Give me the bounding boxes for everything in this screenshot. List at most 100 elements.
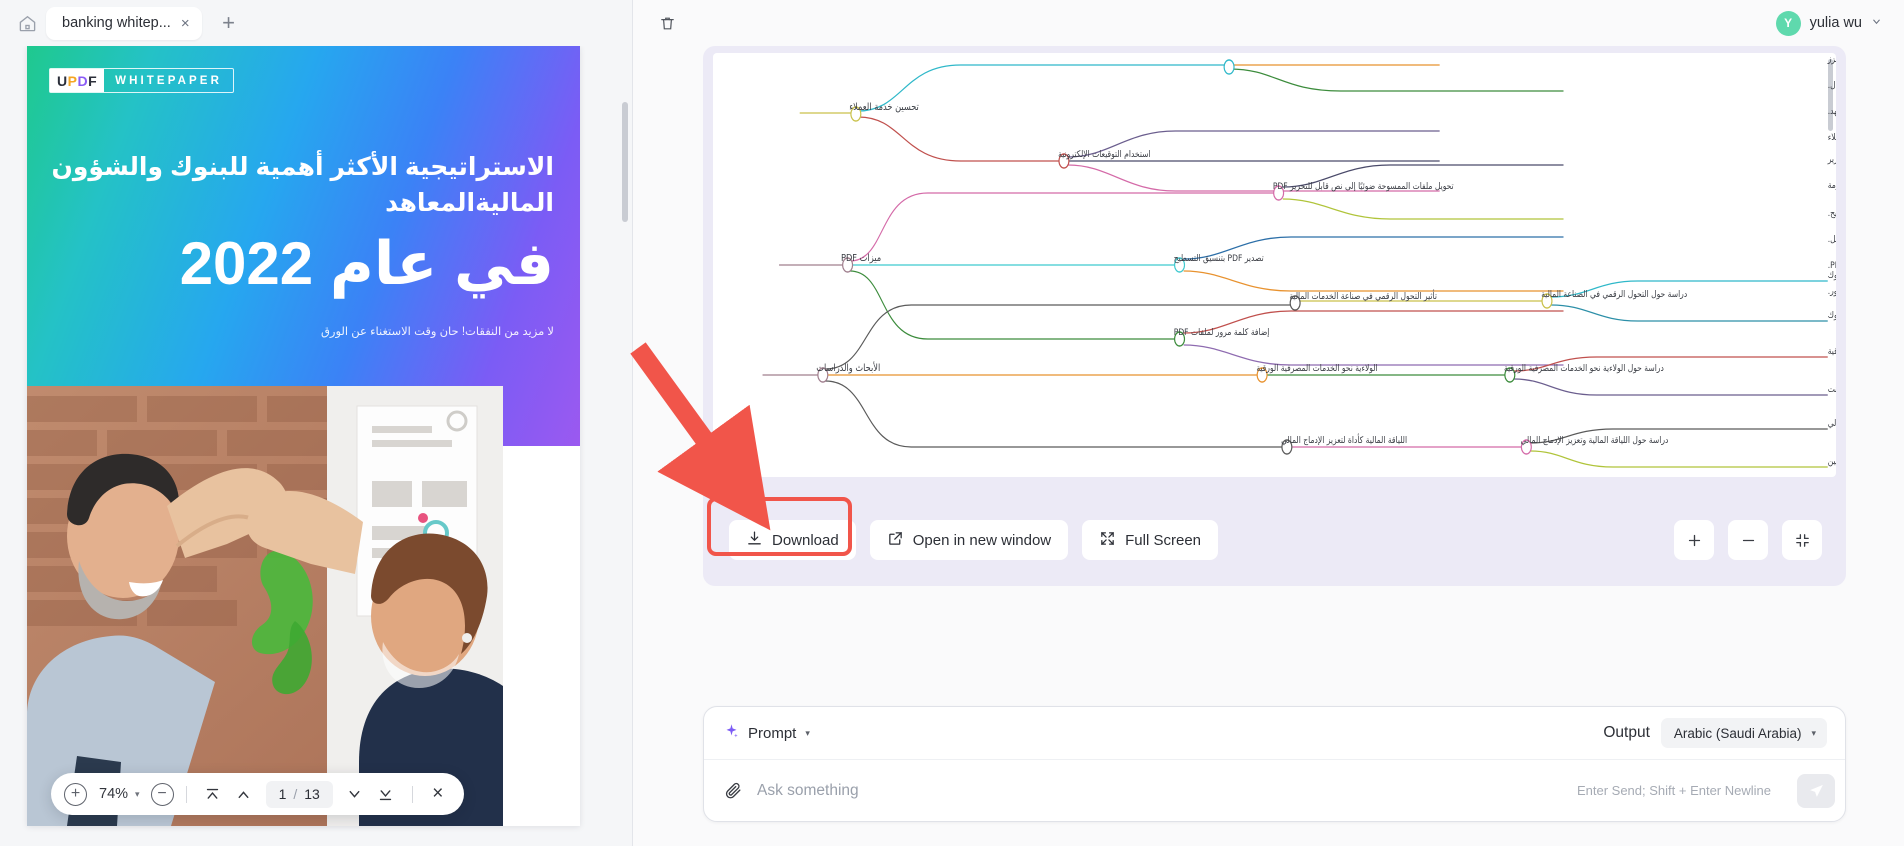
mindmap-zoom-out-button[interactable] bbox=[1728, 520, 1768, 560]
updf-logo: UPDF bbox=[50, 69, 105, 92]
chevron-down-icon[interactable]: ▾ bbox=[805, 728, 810, 739]
trash-icon[interactable] bbox=[653, 9, 681, 37]
mindmap-node: دراسة حول اللياقة المالية وتعزيز الإدماج… bbox=[1521, 434, 1669, 446]
user-name: yulia wu bbox=[1809, 15, 1862, 31]
zoom-out-button[interactable]: − bbox=[150, 782, 174, 806]
home-icon[interactable] bbox=[14, 10, 40, 36]
avatar: Y bbox=[1775, 10, 1801, 36]
updf-brand-badge: UPDF WHITEPAPER bbox=[49, 68, 234, 93]
mindmap-action-bar: Download Open in new window Full Screen bbox=[703, 494, 1846, 586]
composer-input-row: Enter Send; Shift + Enter Newline bbox=[704, 759, 1845, 821]
mindmap-node: اللياقة المالية كأداة لتعزيز الإدماج الم… bbox=[1281, 433, 1407, 446]
whitepaper-label: WHITEPAPER bbox=[115, 74, 222, 87]
output-language-value: Arabic (Saudi Arabia) bbox=[1673, 725, 1802, 741]
mindmap-node: دراسة حول التحول الرقمي في الصناعة المال… bbox=[1541, 288, 1687, 299]
prompt-selector[interactable]: Prompt ▾ bbox=[724, 723, 810, 743]
close-icon[interactable]: × bbox=[181, 16, 190, 31]
download-button[interactable]: Download bbox=[729, 520, 856, 560]
send-hint: Enter Send; Shift + Enter Newline bbox=[1576, 783, 1771, 798]
prev-page-icon[interactable] bbox=[230, 780, 258, 808]
close-viewer-icon[interactable]: × bbox=[425, 781, 451, 807]
prompt-label: Prompt bbox=[748, 724, 797, 742]
total-pages: 13 bbox=[304, 786, 320, 802]
divider bbox=[411, 785, 413, 803]
document-tabbar: banking whitep... × + bbox=[0, 0, 632, 46]
mindmap-zoom-in-button[interactable] bbox=[1674, 520, 1714, 560]
mindmap-node: تحسين خدمة العملاء bbox=[849, 101, 919, 113]
output-label: Output bbox=[1603, 724, 1650, 741]
output-language-area: Output Arabic (Saudi Arabia) ▾ bbox=[1603, 718, 1827, 748]
new-tab-button[interactable]: + bbox=[214, 8, 244, 38]
composer-wrapper: Prompt ▾ Output Arabic (Saudi Arabia) ▾ bbox=[633, 706, 1904, 846]
divider bbox=[185, 785, 187, 803]
pdf-toolbar: + 74% ▾ − 1 / 13 × bbox=[51, 773, 464, 815]
mindmap-leaf: يدعم البرنامج تحويل ملفات PDF إلى نص قاب… bbox=[1827, 153, 1836, 165]
ai-assistant-pane: Y yulia wu تحسين خدمة العملاء ميزات PDF … bbox=[633, 0, 1904, 846]
mindmap-node: ميزات PDF bbox=[841, 252, 881, 264]
pdf-page: UPDF WHITEPAPER الاستراتيجية الأكثر أهمي… bbox=[27, 46, 580, 826]
current-page: 1 bbox=[278, 786, 287, 802]
document-tab-label: banking whitep... bbox=[62, 15, 171, 31]
mindmap-fit-screen-button[interactable] bbox=[1782, 520, 1822, 560]
pdf-scrollbar[interactable] bbox=[622, 102, 628, 222]
paperclip-icon[interactable] bbox=[724, 781, 743, 800]
pdf-viewer-pane: banking whitep... × + UPDF WHITEPAPER ال… bbox=[0, 0, 633, 846]
mindmap-leaf: الدراسة تقدم معدل قبول خدمات الكترونية ف… bbox=[1828, 269, 1836, 280]
next-page-icon[interactable] bbox=[341, 780, 369, 808]
mindmap-node: إضافة كلمة مرور لملفات PDF bbox=[1174, 326, 1270, 338]
mindmap-node: الولاءية نحو الخدمات المصرفية الورقية bbox=[1256, 362, 1377, 373]
mindmap-node: دراسة حول الولاءية نحو الخدمات المصرفية … bbox=[1504, 362, 1664, 373]
mindmap-leaf: تسليط الضوء على دور اللياقة المالية في ت… bbox=[1828, 417, 1836, 429]
full-screen-button[interactable]: Full Screen bbox=[1082, 520, 1219, 560]
page-separator: / bbox=[293, 786, 298, 802]
mindmap-node: تصدير PDF بتنسيق التسطيح bbox=[1174, 252, 1265, 263]
mindmap-leaf: الدراسة تركز على ولاية العملاء تجاه الخد… bbox=[1828, 345, 1836, 356]
zoom-level-value: 74% bbox=[99, 786, 129, 802]
last-page-icon[interactable] bbox=[372, 780, 400, 808]
mindmap-leaf: تعتبر التوقيعات الإلكترونية وسيلة فعالة … bbox=[1828, 79, 1836, 91]
download-icon bbox=[746, 530, 763, 551]
mindmap-leaf: توفير تنسيق ملفات PDF أفضل بشكل ومشاركته… bbox=[1828, 232, 1836, 244]
pdf-cover-year: في عام 2022 bbox=[179, 230, 555, 297]
composer-top-bar: Prompt ▾ Output Arabic (Saudi Arabia) ▾ bbox=[704, 707, 1845, 759]
chevron-down-icon[interactable]: ▾ bbox=[1811, 728, 1816, 739]
mindmap-canvas[interactable]: تحسين خدمة العملاء ميزات PDF الأبحاث وال… bbox=[713, 53, 1836, 477]
mindmap-leaf: العوامل التي تؤثر في اعتماد العملاء للخد… bbox=[1828, 383, 1836, 395]
chevron-down-icon[interactable] bbox=[1871, 16, 1882, 30]
mindmap-svg: تحسين خدمة العملاء ميزات PDF الأبحاث وال… bbox=[762, 53, 1836, 468]
full-screen-label: Full Screen bbox=[1125, 531, 1202, 549]
open-new-window-button[interactable]: Open in new window bbox=[869, 520, 1069, 560]
mindmap-leaf: أهمية اللياقة المالية كأداة لتحسين الوضع… bbox=[1828, 454, 1836, 466]
open-new-window-label: Open in new window bbox=[912, 531, 1052, 549]
mindmap-node: الأبحاث والدراسات bbox=[816, 361, 880, 374]
mindmap-node: استخدام التوقيعات الإلكترونية bbox=[1058, 148, 1150, 160]
mindmap-leaf: يتيح هذا التحويل سهولة التعديل على المست… bbox=[1828, 179, 1836, 191]
mindmap-leaf: يمكن للبرنامج تصدير ملفات PDF بتنسيق الت… bbox=[1828, 207, 1836, 218]
zoom-in-button[interactable]: + bbox=[64, 782, 87, 806]
mindmap-leaf: تحسين خدمة العملاء الإيرادات ويقلل من نس… bbox=[1827, 53, 1836, 65]
download-label: Download bbox=[772, 531, 839, 549]
mindmap-leaf: تعزز التوقيعات الإلكترونية الكفاءة وتحسن… bbox=[1828, 131, 1836, 143]
mindmap-node: تحويل ملفات الممسوحة ضوئيًا إلى نص قابل … bbox=[1273, 180, 1454, 192]
pdf-cover-title: الاستراتيجية الأكثر أهمية للبنوك والشؤون… bbox=[51, 153, 554, 217]
sparkle-icon bbox=[724, 723, 739, 743]
document-tab[interactable]: banking whitep... × bbox=[46, 6, 202, 40]
mindmap-node: تأثير التحول الرقمي في صناعة الخدمات الم… bbox=[1289, 289, 1437, 301]
mindmap-leaf: تساهم التوقيعات الإلكترونية في توفير الو… bbox=[1828, 105, 1836, 117]
first-page-icon[interactable] bbox=[199, 780, 227, 808]
mindmap-leaf: الدراسة الأدلة على تأثير التحول الرقمي ف… bbox=[1828, 308, 1836, 320]
user-menu[interactable]: Y yulia wu bbox=[1775, 10, 1882, 36]
send-button[interactable] bbox=[1797, 773, 1835, 808]
assistant-body: تحسين خدمة العملاء ميزات PDF الأبحاث وال… bbox=[633, 46, 1904, 706]
composer: Prompt ▾ Output Arabic (Saudi Arabia) ▾ bbox=[703, 706, 1846, 822]
output-language-select[interactable]: Arabic (Saudi Arabia) ▾ bbox=[1660, 718, 1827, 748]
search-input[interactable] bbox=[757, 781, 1563, 800]
pdf-cover-photo bbox=[27, 386, 503, 826]
page-indicator[interactable]: 1 / 13 bbox=[265, 780, 333, 808]
external-link-icon bbox=[887, 530, 904, 551]
pdf-cover-subtitle: لا مزيد من النفقات! حان وقت الاستغناء عن… bbox=[320, 326, 554, 338]
mindmap-answer-card: تحسين خدمة العملاء ميزات PDF الأبحاث وال… bbox=[703, 46, 1846, 586]
expand-icon bbox=[1099, 530, 1116, 551]
pdf-viewport[interactable]: UPDF WHITEPAPER الاستراتيجية الأكثر أهمي… bbox=[0, 46, 632, 846]
chevron-down-icon[interactable]: ▾ bbox=[135, 789, 140, 800]
